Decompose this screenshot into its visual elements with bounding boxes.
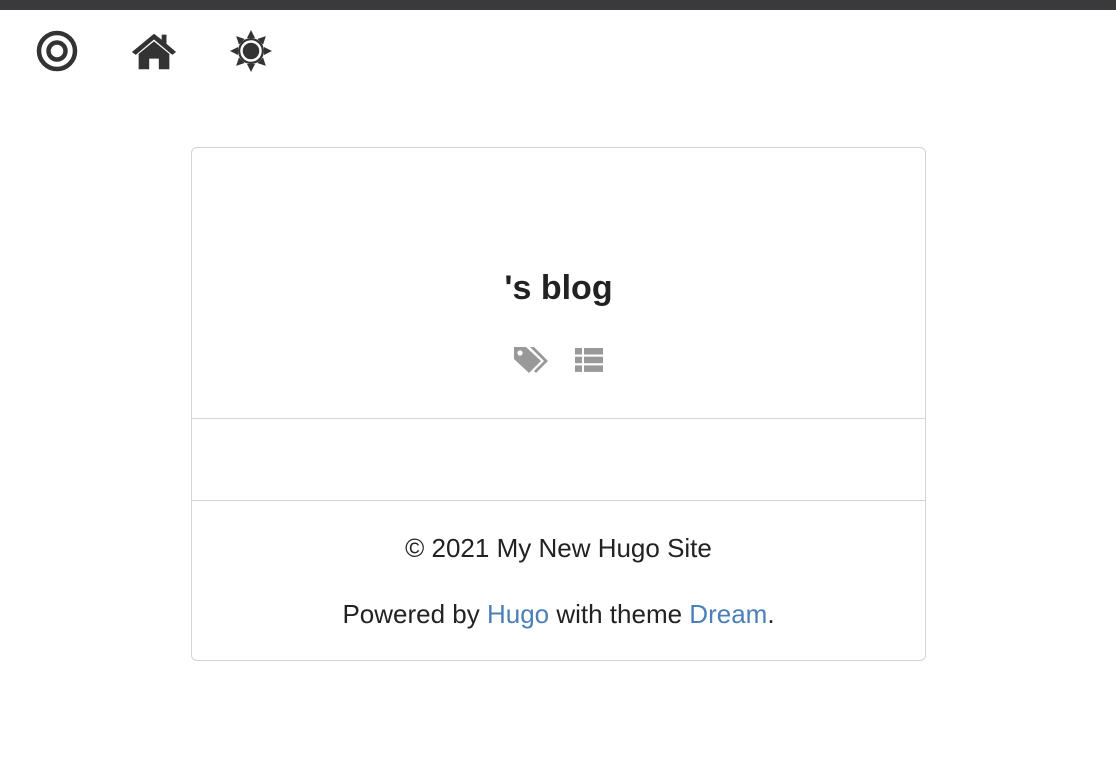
powered-by-text: Powered by Hugo with theme Dream.: [192, 597, 925, 631]
top-bar: [0, 0, 1116, 10]
list-icon[interactable]: [572, 343, 606, 377]
home-icon[interactable]: [130, 27, 178, 75]
target-icon[interactable]: [33, 27, 81, 75]
powered-middle: with theme: [549, 599, 690, 629]
dream-theme-link[interactable]: Dream: [689, 599, 767, 629]
card-header: 's blog: [192, 148, 925, 419]
hugo-link[interactable]: Hugo: [487, 599, 549, 629]
blog-card: 's blog © 2021 My New Hugo Site Powered …: [191, 147, 926, 661]
card-footer: © 2021 My New Hugo Site Powered by Hugo …: [192, 501, 925, 660]
tags-icon[interactable]: [511, 343, 551, 377]
powered-suffix: .: [767, 599, 775, 629]
card-content: [192, 419, 925, 501]
card-icon-row: [192, 343, 925, 377]
copyright-text: © 2021 My New Hugo Site: [405, 533, 712, 563]
blog-title: 's blog: [504, 269, 613, 307]
sun-icon[interactable]: [227, 27, 275, 75]
top-nav: [0, 27, 400, 77]
powered-prefix: Powered by: [342, 599, 487, 629]
